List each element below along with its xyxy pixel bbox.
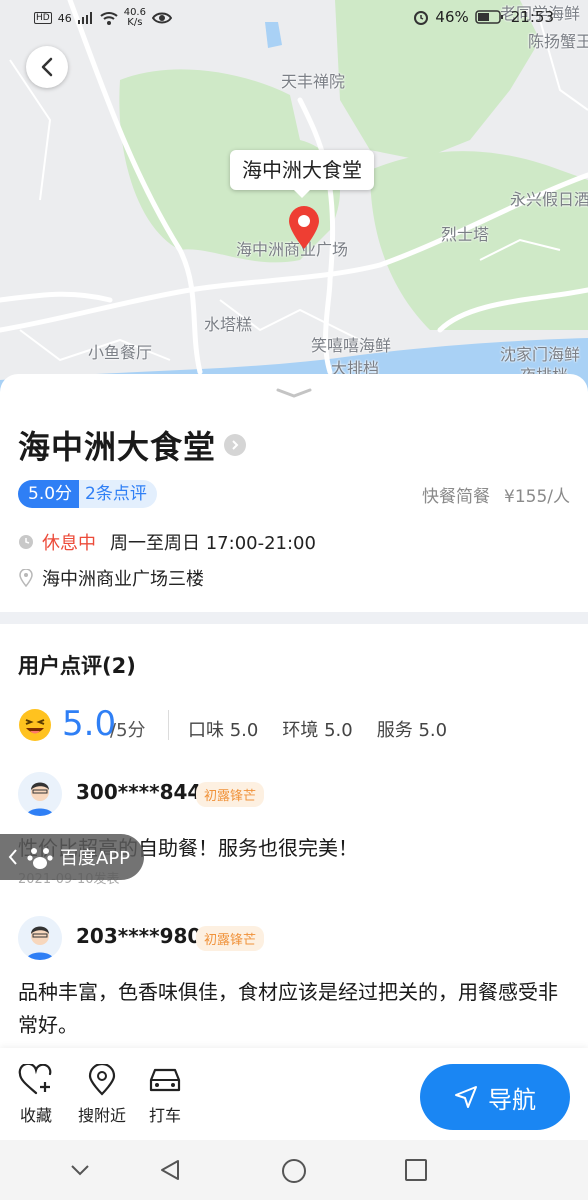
nearby-label: 搜附近	[78, 1106, 127, 1125]
opening-hours: 周一至周日 17:00-21:00	[110, 533, 316, 554]
clock: 21:53	[510, 8, 554, 26]
chevron-right-icon[interactable]	[224, 434, 247, 456]
open-status: 休息中	[42, 533, 96, 554]
map-place-callout[interactable]: 海中洲大食堂	[230, 150, 374, 198]
taxi-button[interactable]: 打车	[146, 1064, 184, 1126]
eye-icon	[151, 12, 172, 24]
map-label: 笑嘻嘻海鲜	[311, 336, 392, 355]
reviews-count: (2)	[102, 654, 136, 678]
summary-separator	[168, 710, 169, 740]
user-level-badge: 初露锋芒	[196, 782, 265, 807]
back-button[interactable]	[26, 46, 68, 88]
category: 快餐简餐	[422, 487, 490, 507]
avg-price: ¥155/人	[504, 487, 570, 507]
reviews-title: 用户点评(2)	[18, 650, 136, 680]
battery-percent: 46%	[435, 8, 469, 26]
alarm-icon	[414, 11, 429, 25]
baidu-app-label: 百度APP	[60, 848, 131, 869]
hours-row: 休息中 周一至周日 17:00-21:00	[18, 529, 316, 555]
hd-indicator: HD	[34, 12, 52, 24]
address-row[interactable]: 海中洲商业广场三楼	[18, 565, 204, 591]
back-triangle-icon[interactable]	[158, 1158, 182, 1182]
laughing-emoji-icon	[19, 709, 51, 741]
search-nearby-button[interactable]: 搜附近	[78, 1064, 126, 1126]
bottom-action-bar: 收藏 搜附近 打车 导航	[0, 1048, 588, 1140]
taste-score: 口味 5.0	[188, 720, 259, 741]
wifi-icon	[100, 12, 118, 25]
score-scale: /5分	[110, 720, 146, 741]
map-label: 水塔糕	[204, 315, 253, 334]
review-username: 203****980	[76, 924, 202, 948]
home-circle-icon[interactable]	[281, 1158, 307, 1184]
network-speed: 40.6 K/s	[124, 8, 146, 28]
overall-score: 5.0	[62, 704, 117, 744]
rating-row: 5.0分 2条点评 快餐简餐 ¥155/人	[18, 480, 570, 510]
chevron-down-icon[interactable]	[68, 1158, 92, 1182]
sub-scores: 口味 5.0 环境 5.0 服务 5.0	[188, 716, 447, 742]
location-icon	[19, 569, 33, 587]
navigate-button[interactable]: 导航	[420, 1064, 570, 1130]
location-search-icon	[88, 1064, 116, 1096]
recents-square-icon[interactable]	[404, 1158, 428, 1182]
map-label: 小鱼餐厅	[88, 343, 153, 362]
navigation-arrow-icon	[455, 1086, 477, 1108]
avatar[interactable]	[18, 916, 62, 960]
signal-icon	[77, 12, 92, 24]
place-name: 海中洲大食堂	[18, 428, 217, 466]
review-count: 2条点评	[79, 480, 157, 508]
back-to-baidu-app-button[interactable]: 百度APP	[0, 834, 144, 880]
chevron-left-icon	[41, 57, 53, 77]
system-navigation-bar	[0, 1140, 588, 1200]
place-title-row[interactable]: 海中洲大食堂	[18, 422, 247, 468]
score-pill[interactable]: 5.0分 2条点评	[18, 480, 157, 508]
speed-unit: K/s	[127, 17, 143, 28]
category-price: 快餐简餐 ¥155/人	[422, 482, 570, 507]
place-score: 5.0分	[18, 480, 80, 508]
section-divider	[0, 612, 588, 624]
reviews-title-text: 用户点评	[18, 654, 102, 678]
rating-summary: 5.0 /5分 口味 5.0 环境 5.0 服务 5.0	[18, 704, 570, 748]
baidu-paw-icon	[27, 848, 53, 869]
environment-score: 环境 5.0	[282, 720, 353, 741]
navigate-label: 导航	[488, 1085, 536, 1114]
map-label: 天丰禅院	[281, 72, 346, 91]
status-bar: HD 46 40.6 K/s 46% 21:53	[0, 0, 588, 36]
map-label: 烈士塔	[441, 225, 490, 244]
user-level-badge: 初露锋芒	[196, 926, 265, 951]
taxi-label: 打车	[148, 1106, 181, 1125]
network-indicator: 46	[57, 11, 72, 25]
avatar[interactable]	[18, 772, 62, 816]
review-text: 品种丰富，色香味俱佳，食材应该是经过把关的，用餐感受非常好。	[18, 980, 558, 1037]
map-view[interactable]: 天丰禅院 海中洲商业广场 烈士塔 永兴假日酒 水塔糕 小鱼餐厅 笑嘻嘻海鲜 大排…	[0, 0, 588, 400]
service-score: 服务 5.0	[376, 720, 448, 741]
chevron-left-icon	[8, 849, 17, 865]
car-icon	[149, 1068, 181, 1092]
address: 海中洲商业广场三楼	[42, 569, 204, 590]
favorite-label: 收藏	[19, 1106, 52, 1125]
heart-plus-icon	[18, 1064, 52, 1095]
battery-icon	[475, 10, 503, 24]
drag-handle-icon[interactable]	[274, 386, 314, 400]
review-username: 300****844	[76, 780, 202, 804]
location-pin-icon[interactable]	[287, 206, 321, 250]
clock-icon	[19, 535, 33, 549]
map-label: 永兴假日酒	[510, 190, 588, 209]
favorite-button[interactable]: 收藏	[18, 1064, 54, 1126]
